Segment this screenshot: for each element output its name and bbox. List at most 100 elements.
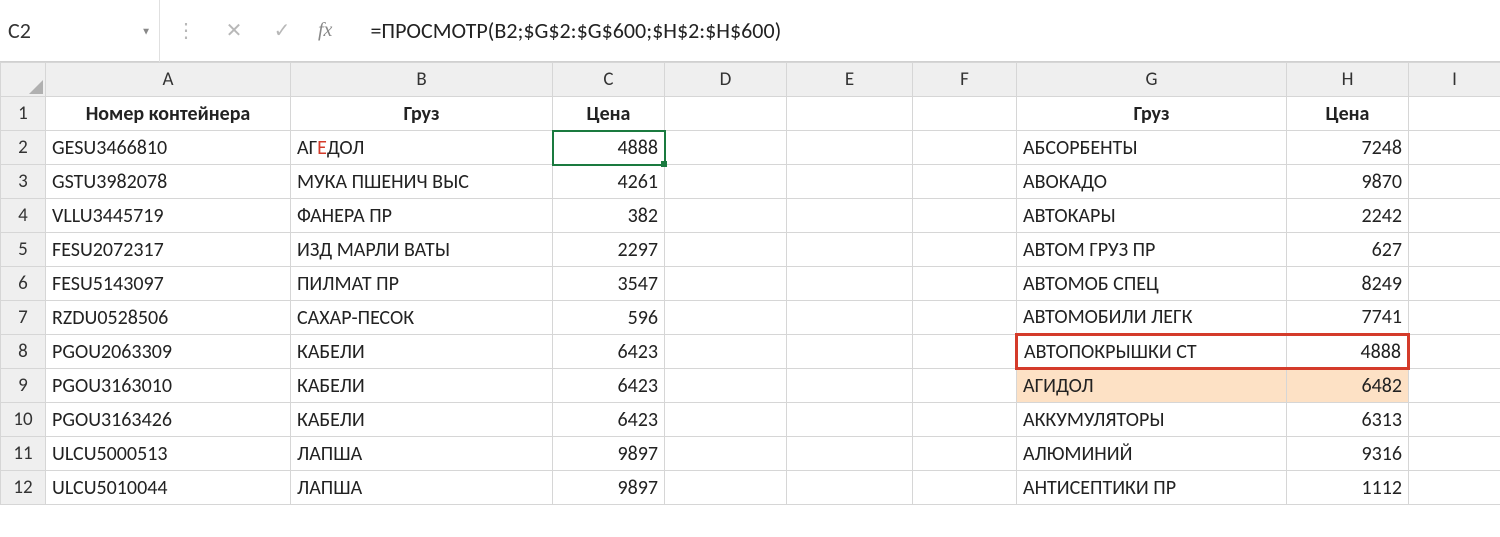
cell-A6[interactable]: FESU5143097 — [46, 267, 291, 301]
row-header-4[interactable]: 4 — [1, 199, 46, 233]
row-header-1[interactable]: 1 — [1, 97, 46, 131]
cell-E6[interactable] — [787, 267, 913, 301]
cell-D4[interactable] — [665, 199, 787, 233]
cell-B11[interactable]: ЛАПША — [291, 437, 553, 471]
cell-D8[interactable] — [665, 335, 787, 369]
cell-E10[interactable] — [787, 403, 913, 437]
cell-B8[interactable]: КАБЕЛИ — [291, 335, 553, 369]
cell-A3[interactable]: GSTU3982078 — [46, 165, 291, 199]
cell-G6[interactable]: АВТОМОБ СПЕЦ — [1017, 267, 1287, 301]
row-header-3[interactable]: 3 — [1, 165, 46, 199]
cell-I8[interactable] — [1409, 335, 1500, 369]
cell-C5[interactable]: 2297 — [553, 233, 665, 267]
cell-I5[interactable] — [1409, 233, 1500, 267]
cell-I6[interactable] — [1409, 267, 1500, 301]
cell-E11[interactable] — [787, 437, 913, 471]
cell-C8[interactable]: 6423 — [553, 335, 665, 369]
cell-D5[interactable] — [665, 233, 787, 267]
row-header-2[interactable]: 2 — [1, 131, 46, 165]
cell-I7[interactable] — [1409, 301, 1500, 335]
col-header-B[interactable]: B — [291, 63, 553, 97]
cell-B5[interactable]: ИЗД МАРЛИ ВАТЫ — [291, 233, 553, 267]
cell-I10[interactable] — [1409, 403, 1500, 437]
cell-H12[interactable]: 1112 — [1287, 471, 1409, 505]
cell-F4[interactable] — [913, 199, 1017, 233]
row-header-8[interactable]: 8 — [1, 335, 46, 369]
cell-G11[interactable]: АЛЮМИНИЙ — [1017, 437, 1287, 471]
cell-A5[interactable]: FESU2072317 — [46, 233, 291, 267]
cell-D3[interactable] — [665, 165, 787, 199]
cell-I2[interactable] — [1409, 131, 1500, 165]
col-header-C[interactable]: C — [553, 63, 665, 97]
cell-D6[interactable] — [665, 267, 787, 301]
cell-B10[interactable]: КАБЕЛИ — [291, 403, 553, 437]
cell-E1[interactable] — [787, 97, 913, 131]
cell-I1[interactable] — [1409, 97, 1500, 131]
cell-B7[interactable]: САХАР-ПЕСОК — [291, 301, 553, 335]
col-header-E[interactable]: E — [787, 63, 913, 97]
cell-F6[interactable] — [913, 267, 1017, 301]
cell-H7[interactable]: 7741 — [1287, 301, 1409, 335]
cell-F2[interactable] — [913, 131, 1017, 165]
row-header-5[interactable]: 5 — [1, 233, 46, 267]
cell-F3[interactable] — [913, 165, 1017, 199]
cell-E9[interactable] — [787, 369, 913, 403]
cell-H3[interactable]: 9870 — [1287, 165, 1409, 199]
cell-F9[interactable] — [913, 369, 1017, 403]
cell-E2[interactable] — [787, 131, 913, 165]
fx-label[interactable]: fx — [318, 19, 352, 42]
cell-F1[interactable] — [913, 97, 1017, 131]
row-header-12[interactable]: 12 — [1, 471, 46, 505]
cell-F10[interactable] — [913, 403, 1017, 437]
cell-I11[interactable] — [1409, 437, 1500, 471]
cell-C4[interactable]: 382 — [553, 199, 665, 233]
cell-C10[interactable]: 6423 — [553, 403, 665, 437]
cell-A9[interactable]: PGOU3163010 — [46, 369, 291, 403]
cell-G2[interactable]: АБСОРБЕНТЫ — [1017, 131, 1287, 165]
cell-C11[interactable]: 9897 — [553, 437, 665, 471]
cell-C9[interactable]: 6423 — [553, 369, 665, 403]
cell-D1[interactable] — [665, 97, 787, 131]
cell-A11[interactable]: ULCU5000513 — [46, 437, 291, 471]
cell-F7[interactable] — [913, 301, 1017, 335]
cell-D9[interactable] — [665, 369, 787, 403]
cell-F11[interactable] — [913, 437, 1017, 471]
cell-F12[interactable] — [913, 471, 1017, 505]
cell-C6[interactable]: 3547 — [553, 267, 665, 301]
cell-I4[interactable] — [1409, 199, 1500, 233]
col-header-G[interactable]: G — [1017, 63, 1287, 97]
cell-F8[interactable] — [913, 335, 1017, 369]
cell-E4[interactable] — [787, 199, 913, 233]
cell-H6[interactable]: 8249 — [1287, 267, 1409, 301]
cell-C3[interactable]: 4261 — [553, 165, 665, 199]
cell-E3[interactable] — [787, 165, 913, 199]
row-header-6[interactable]: 6 — [1, 267, 46, 301]
cell-H5[interactable]: 627 — [1287, 233, 1409, 267]
cell-C12[interactable]: 9897 — [553, 471, 665, 505]
cell-H4[interactable]: 2242 — [1287, 199, 1409, 233]
cell-H9[interactable]: 6482 — [1287, 369, 1409, 403]
cell-H11[interactable]: 9316 — [1287, 437, 1409, 471]
cell-B4[interactable]: ФАНЕРА ПР — [291, 199, 553, 233]
col-header-H[interactable]: H — [1287, 63, 1409, 97]
select-all-corner[interactable] — [1, 63, 46, 97]
cell-B3[interactable]: МУКА ПШЕНИЧ ВЫС — [291, 165, 553, 199]
cell-I12[interactable] — [1409, 471, 1500, 505]
col-header-F[interactable]: F — [913, 63, 1017, 97]
cell-G4[interactable]: АВТОКАРЫ — [1017, 199, 1287, 233]
cell-E8[interactable] — [787, 335, 913, 369]
cell-D2[interactable] — [665, 131, 787, 165]
cell-A2[interactable]: GESU3466810 — [46, 131, 291, 165]
row-header-10[interactable]: 10 — [1, 403, 46, 437]
cell-A7[interactable]: RZDU0528506 — [46, 301, 291, 335]
cell-G12[interactable]: АНТИСЕПТИКИ ПР — [1017, 471, 1287, 505]
cell-H10[interactable]: 6313 — [1287, 403, 1409, 437]
cell-C1[interactable]: Цена — [553, 97, 665, 131]
cancel-icon[interactable]: ✕ — [222, 18, 246, 43]
cell-G5[interactable]: АВТОМ ГРУЗ ПР — [1017, 233, 1287, 267]
cell-B9[interactable]: КАБЕЛИ — [291, 369, 553, 403]
cell-B2[interactable]: АГЕДОЛ — [291, 131, 553, 165]
cell-D12[interactable] — [665, 471, 787, 505]
cell-G9[interactable]: АГИДОЛ — [1017, 369, 1287, 403]
cell-A1[interactable]: Номер контейнера — [46, 97, 291, 131]
